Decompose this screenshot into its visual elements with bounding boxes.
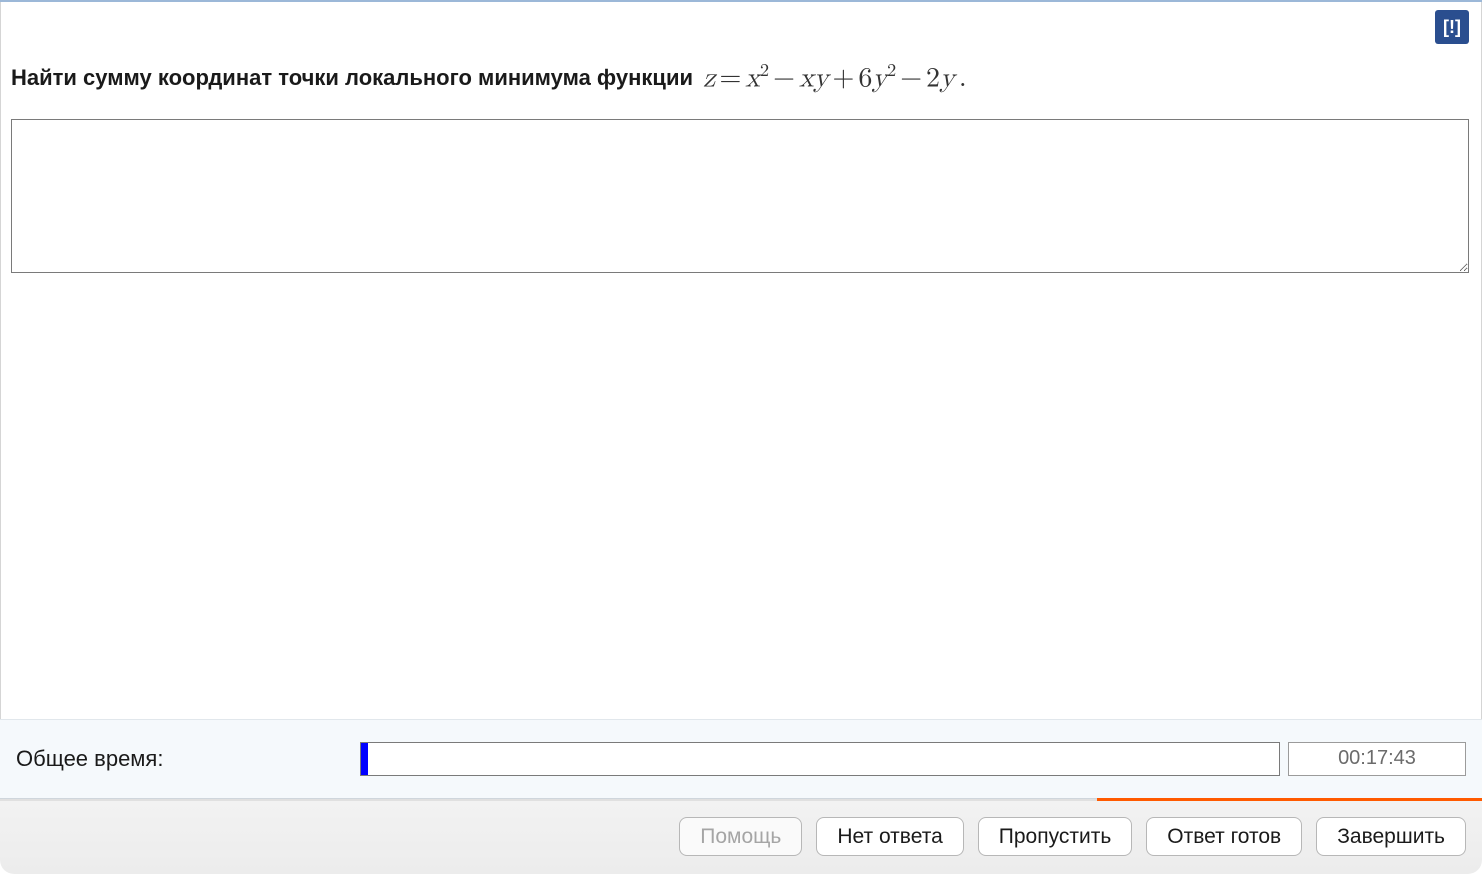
button-bar: Помощь Нет ответа Пропустить Ответ готов… xyxy=(0,799,1482,874)
question-panel: [!] Найти сумму координат точки локально… xyxy=(0,2,1482,719)
help-button[interactable]: Помощь xyxy=(679,817,802,856)
no-answer-button[interactable]: Нет ответа xyxy=(816,817,963,856)
alert-icon-label: [!] xyxy=(1443,17,1461,38)
answer-input[interactable] xyxy=(11,119,1469,273)
timer-progress-track xyxy=(360,742,1280,776)
timer-bar: Общее время: 00:17:43 xyxy=(0,719,1482,799)
timer-progress-wrap: 00:17:43 xyxy=(360,742,1466,776)
question-formula: z=x2−xy+6y2−2y. xyxy=(703,58,971,99)
question-prompt: Найти сумму координат точки локального м… xyxy=(11,63,693,94)
question-row: Найти сумму координат точки локального м… xyxy=(11,58,1471,99)
timer-label: Общее время: xyxy=(16,746,336,772)
skip-button[interactable]: Пропустить xyxy=(978,817,1133,856)
finish-button[interactable]: Завершить xyxy=(1316,817,1466,856)
timer-progress-fill xyxy=(361,743,368,775)
timer-readout: 00:17:43 xyxy=(1288,742,1466,776)
alert-icon[interactable]: [!] xyxy=(1435,10,1469,44)
accent-stripe xyxy=(1097,798,1482,801)
answer-ready-button[interactable]: Ответ готов xyxy=(1146,817,1302,856)
button-row: Помощь Нет ответа Пропустить Ответ готов… xyxy=(16,817,1466,856)
